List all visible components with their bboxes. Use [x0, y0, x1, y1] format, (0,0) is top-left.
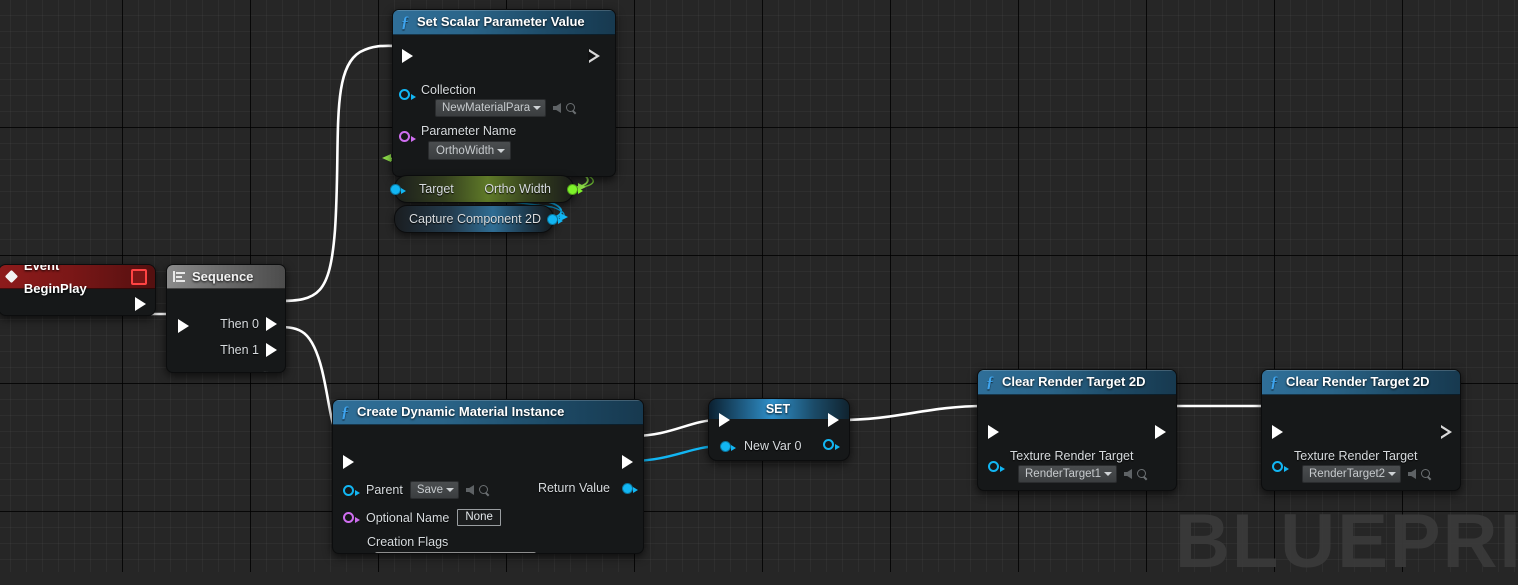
- collection-dropdown[interactable]: NewMaterialPara: [435, 99, 547, 117]
- node-title-text: Sequence: [192, 269, 254, 284]
- return-value-label: Return Value: [537, 481, 610, 495]
- node-capture-component-2d[interactable]: Capture Component 2D: [394, 205, 563, 233]
- texture-render-target-label: Texture Render Target: [1010, 449, 1134, 463]
- exec-output-pin-then-0[interactable]: [266, 317, 277, 331]
- node-title-text: Set Scalar Parameter Value: [417, 14, 585, 29]
- chevron-down-icon: [1104, 472, 1113, 476]
- exec-output-pin[interactable]: [1155, 425, 1166, 439]
- node-title-bar[interactable]: Event BeginPlay: [0, 265, 155, 296]
- node-clear-render-target-2d-1[interactable]: ƒ Clear Render Target 2D Texture Render …: [977, 369, 1177, 491]
- texture-render-target-input-pin[interactable]: [988, 461, 1005, 472]
- parameter-name-label: Parameter Name: [421, 124, 517, 138]
- exec-output-pin[interactable]: [1440, 425, 1452, 439]
- optional-name-label: Optional Name: [366, 510, 450, 525]
- node-title-text: Clear Render Target 2D: [1286, 374, 1430, 389]
- exec-input-pin[interactable]: [402, 49, 413, 63]
- search-icon[interactable]: [1421, 468, 1432, 480]
- texture-render-target-input-pin[interactable]: [1272, 461, 1289, 472]
- exec-input-pin[interactable]: [1272, 425, 1283, 439]
- node-sequence[interactable]: Sequence Then 0 Then 1 Add pin ➕: [166, 264, 286, 373]
- node-get-ortho-width[interactable]: Target Ortho Width: [390, 175, 583, 203]
- browse-back-icon[interactable]: [553, 103, 562, 113]
- node-title-bar[interactable]: Sequence: [167, 265, 285, 289]
- chevron-down-icon: [1388, 472, 1397, 476]
- node-set-variable[interactable]: SET New Var 0: [708, 398, 850, 461]
- blueprint-graph-canvas[interactable]: BLUEPRINT ƒ Set Scalar P: [0, 0, 1518, 584]
- node-title-bar[interactable]: ƒ Clear Render Target 2D: [978, 370, 1176, 395]
- capture-component-output-pin[interactable]: [547, 214, 563, 225]
- search-icon[interactable]: [566, 102, 577, 114]
- event-diamond-icon: [4, 269, 19, 284]
- exec-input-pin[interactable]: [343, 455, 354, 469]
- creation-flags-label: Creation Flags: [367, 535, 449, 549]
- parent-input-pin[interactable]: [343, 484, 360, 496]
- optional-name-field[interactable]: None: [457, 509, 501, 526]
- search-icon[interactable]: [1137, 468, 1148, 480]
- exec-output-pin[interactable]: [135, 297, 146, 311]
- sequence-then-0-label: Then 0: [220, 317, 259, 331]
- new-var-0-output-pin[interactable]: [823, 439, 840, 450]
- parameter-name-dropdown[interactable]: OrthoWidth: [428, 141, 512, 160]
- collection-input-pin[interactable]: [399, 89, 416, 100]
- target-input-pin[interactable]: [390, 184, 406, 195]
- return-value-output-pin[interactable]: [622, 482, 638, 494]
- chevron-down-icon: [533, 106, 542, 110]
- texture-render-target-dropdown[interactable]: RenderTarget2: [1302, 465, 1402, 483]
- node-create-dynamic-material-instance[interactable]: ƒ Create Dynamic Material Instance Paren…: [332, 399, 644, 554]
- exec-output-pin[interactable]: [622, 455, 633, 469]
- search-icon[interactable]: [479, 484, 490, 496]
- browse-back-icon[interactable]: [1124, 469, 1133, 479]
- ortho-width-output-pin[interactable]: [567, 184, 583, 195]
- exec-input-pin[interactable]: [988, 425, 999, 439]
- exec-output-pin-then-1[interactable]: [266, 343, 277, 357]
- node-title-text: Clear Render Target 2D: [1002, 374, 1146, 389]
- sequence-icon: [173, 270, 186, 283]
- node-event-begin-play[interactable]: Event BeginPlay: [0, 264, 156, 316]
- optional-name-input-pin[interactable]: [343, 512, 360, 523]
- exec-input-pin[interactable]: [719, 413, 730, 427]
- node-clear-render-target-2d-2[interactable]: ƒ Clear Render Target 2D Texture Render …: [1261, 369, 1461, 491]
- browse-back-icon[interactable]: [466, 485, 475, 495]
- chevron-down-icon: [446, 488, 455, 492]
- parent-label: Parent: [366, 483, 403, 497]
- texture-render-target-label: Texture Render Target: [1294, 449, 1418, 463]
- creation-flags-dropdown[interactable]: None: [375, 552, 536, 553]
- new-var-0-input-pin[interactable]: [720, 440, 736, 452]
- target-label: Target: [419, 182, 454, 196]
- node-title-bar[interactable]: ƒ Set Scalar Parameter Value: [393, 10, 615, 35]
- texture-render-target-dropdown[interactable]: RenderTarget1: [1018, 465, 1118, 483]
- node-title-text: SET: [765, 402, 791, 416]
- capture-component-label: Capture Component 2D: [409, 212, 542, 226]
- node-title-bar[interactable]: ƒ Create Dynamic Material Instance: [333, 400, 643, 425]
- exec-output-pin[interactable]: [588, 49, 600, 63]
- new-var-0-label: New Var 0: [744, 439, 802, 453]
- parameter-name-input-pin[interactable]: [399, 131, 416, 142]
- chevron-down-icon: [497, 148, 506, 153]
- sequence-then-1-label: Then 1: [220, 343, 259, 357]
- node-title-bar[interactable]: ƒ Clear Render Target 2D: [1262, 370, 1460, 395]
- collection-label: Collection: [421, 83, 476, 97]
- node-set-scalar-parameter-value[interactable]: ƒ Set Scalar Parameter Value Collection …: [392, 9, 616, 177]
- stop-icon[interactable]: [131, 268, 147, 285]
- browse-back-icon[interactable]: [1408, 469, 1417, 479]
- exec-input-pin[interactable]: [178, 319, 189, 333]
- exec-output-pin[interactable]: [828, 413, 839, 427]
- ortho-width-output-label: Ortho Width: [484, 182, 551, 196]
- parent-dropdown[interactable]: Save: [409, 481, 460, 499]
- node-title-text: Create Dynamic Material Instance: [357, 404, 565, 419]
